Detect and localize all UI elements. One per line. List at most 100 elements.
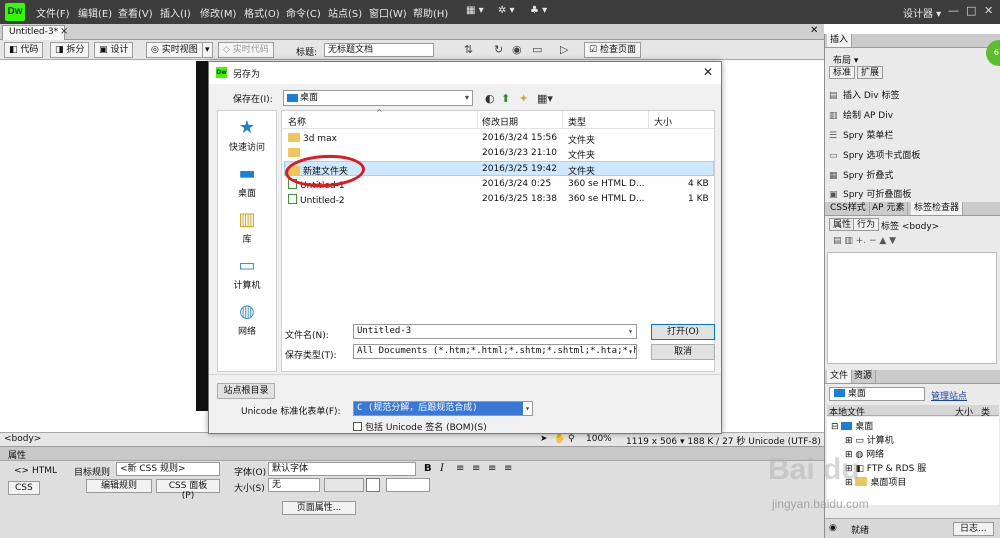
- document-tab[interactable]: Untitled-3*: [2, 25, 66, 40]
- font-select[interactable]: 默认字体: [268, 462, 416, 476]
- visual-aids-icon[interactable]: ▭: [532, 43, 542, 56]
- tab-files[interactable]: 文件: [827, 370, 853, 383]
- tab-assets[interactable]: 资源: [851, 370, 877, 383]
- live-code-button[interactable]: ◇ 实时代码: [218, 42, 274, 58]
- unicode-form-select[interactable]: C (规范分解，后跟规范合成) ▾: [353, 401, 533, 416]
- maximize-icon[interactable]: □: [966, 4, 976, 17]
- size-unit-select[interactable]: [324, 478, 364, 492]
- menu-edit[interactable]: 编辑(E): [78, 5, 112, 20]
- page-properties-button[interactable]: 页面属性...: [282, 501, 356, 515]
- live-view-dropdown[interactable]: ▾: [202, 42, 213, 58]
- up-folder-icon[interactable]: ⬆: [501, 92, 510, 105]
- tab-insert[interactable]: 插入: [827, 34, 853, 47]
- tab-behaviors[interactable]: 行为: [853, 218, 880, 231]
- size-select[interactable]: 无: [268, 478, 320, 492]
- column-divider[interactable]: [562, 111, 563, 129]
- tree-item-desktop[interactable]: ⊟ 桌面: [831, 419, 873, 432]
- place-network[interactable]: ◍ 网络: [218, 301, 276, 337]
- manage-sites-link[interactable]: 管理站点: [931, 389, 967, 402]
- menu-insert[interactable]: 插入(I): [160, 5, 191, 20]
- new-folder-icon[interactable]: ✦: [519, 92, 528, 105]
- tab-extended[interactable]: 扩展: [857, 66, 884, 79]
- menu-commands[interactable]: 命令(C): [286, 5, 321, 20]
- color-input[interactable]: [386, 478, 430, 492]
- view-menu-icon[interactable]: ▦▾: [537, 92, 553, 105]
- align-center-icon[interactable]: ≡: [472, 463, 480, 474]
- italic-icon[interactable]: I: [440, 463, 444, 474]
- css-mode-button[interactable]: CSS: [8, 481, 40, 495]
- spry-tabbed-item[interactable]: ▭ Spry 选项卡式面板: [829, 148, 920, 161]
- select-tool-icon[interactable]: ➤: [540, 434, 548, 444]
- cancel-button[interactable]: 取消: [651, 344, 715, 360]
- menu-file[interactable]: 文件(F): [36, 5, 70, 20]
- tree-item-computer[interactable]: ⊞ ▭ 计算机: [845, 433, 894, 446]
- css-panel-button[interactable]: CSS 面板(P): [156, 479, 220, 501]
- menu-site[interactable]: 站点(S): [328, 5, 362, 20]
- place-quick-access[interactable]: ★ 快速访问: [218, 117, 276, 153]
- spry-menubar-item[interactable]: ☰ Spry 菜单栏: [829, 128, 893, 141]
- spry-accordion-item[interactable]: ▦ Spry 折叠式: [829, 168, 893, 181]
- back-icon[interactable]: ◐: [485, 92, 495, 105]
- column-date[interactable]: 修改日期: [482, 115, 518, 128]
- tab-standard[interactable]: 标准: [829, 66, 856, 79]
- tab-close-icon[interactable]: ×: [60, 26, 68, 37]
- design-view-button[interactable]: ▣ 设计: [94, 42, 134, 58]
- log-button[interactable]: 日志...: [953, 522, 994, 536]
- color-picker[interactable]: [366, 478, 380, 492]
- tag-selector[interactable]: <body>: [4, 434, 41, 444]
- spry-collapsible-item[interactable]: ▣ Spry 可折叠面板: [829, 187, 911, 200]
- behavior-tools-icon[interactable]: ▤ ▥ +. − ▲ ▼: [833, 236, 896, 246]
- file-row[interactable]: 3d max 2016/3/24 15:56 文件夹: [284, 131, 714, 146]
- gear-icon[interactable]: ✲ ▾: [498, 5, 515, 16]
- connect-icon[interactable]: ◉: [829, 523, 837, 533]
- menu-modify[interactable]: 修改(M): [200, 5, 236, 20]
- check-page-button[interactable]: ☑ 检查页面: [584, 42, 641, 58]
- menu-help[interactable]: 帮助(H): [413, 5, 448, 20]
- site-root-button[interactable]: 站点根目录: [217, 383, 275, 399]
- column-type[interactable]: 类型: [568, 115, 586, 128]
- split-view-button[interactable]: ◨ 拆分: [50, 42, 90, 58]
- filename-input[interactable]: Untitled-3 ▾: [353, 324, 637, 339]
- files-location-select[interactable]: 桌面: [829, 387, 925, 401]
- behaviors-list[interactable]: [827, 252, 997, 364]
- tab-attributes[interactable]: 属性: [829, 218, 856, 231]
- bom-checkbox[interactable]: 包括 Unicode 签名 (BOM)(S): [353, 420, 487, 433]
- target-rule-select[interactable]: <新 CSS 规则>: [116, 462, 220, 476]
- zoom-tool-icon[interactable]: ⚲: [568, 434, 575, 444]
- tab-css-styles[interactable]: CSS样式: [827, 202, 870, 215]
- dialog-close-icon[interactable]: ✕: [703, 65, 713, 79]
- html-mode-button[interactable]: <> HTML: [8, 465, 63, 479]
- workspace-switcher[interactable]: 设计器 ▾: [903, 5, 941, 20]
- menu-window[interactable]: 窗口(W): [369, 5, 407, 20]
- place-computer[interactable]: ▭ 计算机: [218, 255, 276, 291]
- code-view-button[interactable]: ◧ 代码: [4, 42, 44, 58]
- file-row[interactable]: Untitled-2 2016/3/25 18:38 360 se HTML D…: [284, 192, 714, 207]
- edit-rule-button[interactable]: 编辑规则: [86, 479, 152, 493]
- column-name[interactable]: 名称: [288, 115, 306, 128]
- title-input[interactable]: 无标题文档: [324, 43, 434, 57]
- preview-icon[interactable]: ◉: [512, 43, 522, 56]
- draw-ap-div-item[interactable]: ▥ 绘制 AP Div: [829, 108, 893, 121]
- column-divider[interactable]: [648, 111, 649, 129]
- filetype-select[interactable]: All Documents (*.htm;*.html;*.shtm;*.sht…: [353, 344, 637, 359]
- file-management-icon[interactable]: ⇅: [464, 43, 473, 56]
- insert-category-select[interactable]: 布局 ▾: [833, 53, 858, 66]
- zoom-level[interactable]: 100%: [586, 434, 612, 444]
- align-right-icon[interactable]: ≡: [488, 463, 496, 474]
- minimize-icon[interactable]: —: [948, 4, 959, 17]
- place-library[interactable]: ▥ 库: [218, 209, 276, 245]
- column-divider[interactable]: [477, 111, 478, 129]
- tab-ap-elements[interactable]: AP 元素: [869, 202, 909, 215]
- close-icon[interactable]: ✕: [984, 4, 993, 17]
- column-size[interactable]: 大小: [654, 115, 672, 128]
- align-left-icon[interactable]: ≡: [456, 463, 464, 474]
- place-desktop[interactable]: ▬ 桌面: [218, 163, 276, 199]
- site-icon[interactable]: ♣ ▾: [530, 5, 547, 16]
- refresh-icon[interactable]: ↻: [494, 43, 503, 56]
- bold-icon[interactable]: B: [424, 463, 432, 474]
- tab-tag-inspector[interactable]: 标签检查器: [911, 202, 964, 215]
- justify-icon[interactable]: ≡: [504, 463, 512, 474]
- save-in-select[interactable]: 桌面 ▾: [283, 90, 473, 106]
- menu-view[interactable]: 查看(V): [118, 5, 153, 20]
- layout-icon[interactable]: ▦ ▾: [466, 5, 484, 16]
